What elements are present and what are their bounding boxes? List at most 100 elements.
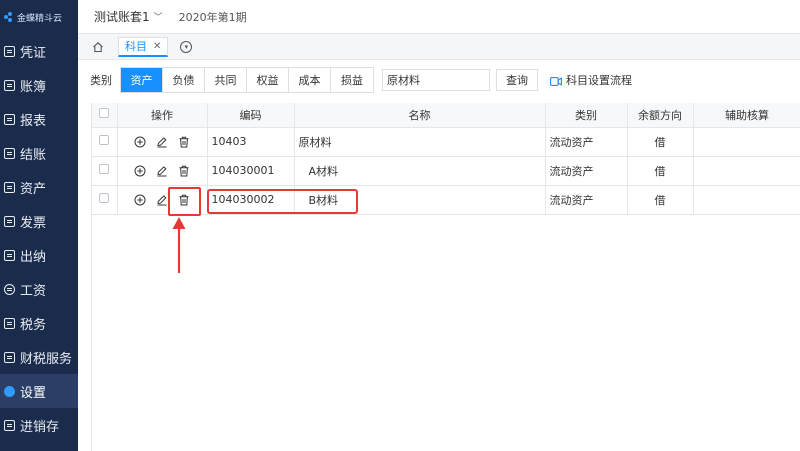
edit-icon[interactable] (156, 194, 168, 206)
flow-link-label: 科目设置流程 (566, 74, 632, 87)
add-icon[interactable] (134, 136, 146, 148)
closing-icon (4, 147, 15, 159)
chevron-circle-down-icon[interactable]: ▾ (180, 40, 193, 53)
delete-icon[interactable] (178, 136, 190, 148)
brand-logo[interactable]: 金蝶精斗云 (0, 0, 78, 34)
logo-text: 金蝶精斗云 (17, 13, 63, 24)
sidebar-item-report[interactable]: 报表 (0, 102, 78, 136)
category-button-equity[interactable]: 权益 (247, 68, 289, 92)
inventory-icon (4, 419, 15, 431)
edit-icon[interactable] (156, 136, 168, 148)
sidebar-item-label: 设置 (20, 385, 47, 401)
tab-label: 科目 (125, 40, 147, 53)
sidebar-item-label: 工资 (20, 283, 47, 299)
sidebar-item-voucher[interactable]: 凭证 (0, 34, 78, 68)
cell-auxiliary (693, 185, 800, 215)
tab-subjects[interactable]: 科目 ✕ (118, 36, 169, 57)
table-row: 104030001 A材料 流动资产 借 (92, 156, 800, 186)
sidebar-item-salary[interactable]: 工资 (0, 272, 78, 306)
document-icon (4, 45, 15, 57)
cell-name: A材料 (294, 156, 546, 186)
sidebar-item-closing[interactable]: 结账 (0, 136, 78, 170)
cell-auxiliary (693, 127, 800, 157)
cell-category: 流动资产 (545, 156, 628, 186)
service-icon (4, 351, 15, 363)
row-checkbox[interactable] (99, 193, 110, 203)
cell-code: 10403 (207, 127, 295, 157)
sidebar-item-invoice[interactable]: 发票 (0, 204, 78, 238)
video-icon (550, 76, 562, 86)
category-segmented-control: 资产 负债 共同 权益 成本 损益 (120, 67, 374, 93)
cell-category: 流动资产 (545, 127, 628, 157)
cell-direction: 借 (627, 127, 694, 157)
query-button[interactable]: 查询 (496, 69, 538, 91)
row-checkbox[interactable] (99, 135, 110, 145)
cashier-icon (4, 249, 15, 261)
sidebar-item-label: 发票 (20, 215, 47, 231)
assets-icon (4, 181, 15, 193)
subject-setup-flow-link[interactable]: 科目设置流程 (550, 72, 632, 88)
sidebar-item-label: 进销存 (20, 419, 60, 435)
sidebar-item-cashier[interactable]: 出纳 (0, 238, 78, 272)
book-icon (4, 79, 15, 91)
row-highlight (207, 189, 358, 214)
filter-bar: 类别 资产 负债 共同 权益 成本 损益 查询 科目设置流程 (78, 66, 800, 94)
logo-icon (4, 12, 14, 22)
sidebar-item-label: 财税服务 (20, 351, 73, 367)
period-label: 2020年第1期 (178, 10, 247, 24)
category-button-common[interactable]: 共同 (205, 68, 247, 92)
sidebar-item-label: 凭证 (20, 45, 47, 61)
delete-icon[interactable] (178, 165, 190, 177)
sidebar-item-tax[interactable]: 税务 (0, 306, 78, 340)
category-button-profit-loss[interactable]: 损益 (331, 68, 373, 92)
sidebar-item-settings[interactable]: 设置 (0, 374, 78, 408)
column-header-code: 编码 (207, 103, 295, 128)
search-input[interactable] (382, 69, 490, 91)
category-button-assets[interactable]: 资产 (121, 68, 163, 92)
sidebar-item-label: 税务 (20, 317, 47, 333)
sidebar-item-label: 出纳 (20, 249, 47, 265)
cell-category: 流动资产 (545, 185, 628, 215)
sidebar-nav: 凭证 账簿 报表 结账 资产 发票 出纳 工资 税务 财税服务 设置 进销存 (0, 34, 78, 442)
column-header-balance-direction: 余额方向 (627, 103, 694, 128)
arrow-up-icon (172, 217, 186, 273)
sidebar-item-label: 报表 (20, 113, 47, 129)
account-selector[interactable]: 测试账套1 (94, 8, 150, 25)
sidebar-item-label: 资产 (20, 181, 47, 197)
edit-icon[interactable] (156, 165, 168, 177)
row-actions (117, 127, 208, 157)
table-row: 10403 原材料 流动资产 借 (92, 127, 800, 157)
select-all-cell[interactable] (92, 103, 118, 128)
delete-button-highlight (168, 187, 201, 216)
tab-bar: 科目 ✕ ▾ (78, 34, 800, 60)
cell-direction: 借 (627, 156, 694, 186)
add-icon[interactable] (134, 165, 146, 177)
row-checkbox[interactable] (99, 164, 110, 174)
sidebar-item-ledger[interactable]: 账簿 (0, 68, 78, 102)
sidebar-item-inventory[interactable]: 进销存 (0, 408, 78, 442)
report-icon (4, 113, 15, 125)
add-icon[interactable] (134, 194, 146, 206)
sidebar-item-tax-service[interactable]: 财税服务 (0, 340, 78, 374)
salary-icon (4, 283, 15, 295)
subjects-table: 操作 编码 名称 类别 余额方向 辅助核算 10403 原材料 流动资产 借 1… (91, 103, 800, 451)
invoice-icon (4, 215, 15, 227)
close-icon[interactable]: ✕ (153, 41, 161, 52)
category-label: 类别 (90, 74, 112, 87)
cell-code: 104030001 (207, 156, 295, 186)
select-all-checkbox[interactable] (99, 108, 110, 119)
sidebar: 金蝶精斗云 凭证 账簿 报表 结账 资产 发票 出纳 工资 税务 财税服务 设置… (0, 0, 78, 451)
sidebar-item-label: 账簿 (20, 79, 47, 95)
cell-name: 原材料 (294, 127, 546, 157)
row-select-cell[interactable] (92, 156, 118, 186)
category-button-liabilities[interactable]: 负债 (163, 68, 205, 92)
tax-icon (4, 317, 15, 329)
settings-icon (4, 385, 15, 397)
chevron-down-icon[interactable]: ﹀ (154, 10, 163, 23)
row-select-cell[interactable] (92, 185, 118, 215)
category-button-cost[interactable]: 成本 (289, 68, 331, 92)
cell-auxiliary (693, 156, 800, 186)
home-icon[interactable] (92, 41, 104, 53)
sidebar-item-assets[interactable]: 资产 (0, 170, 78, 204)
row-select-cell[interactable] (92, 127, 118, 157)
